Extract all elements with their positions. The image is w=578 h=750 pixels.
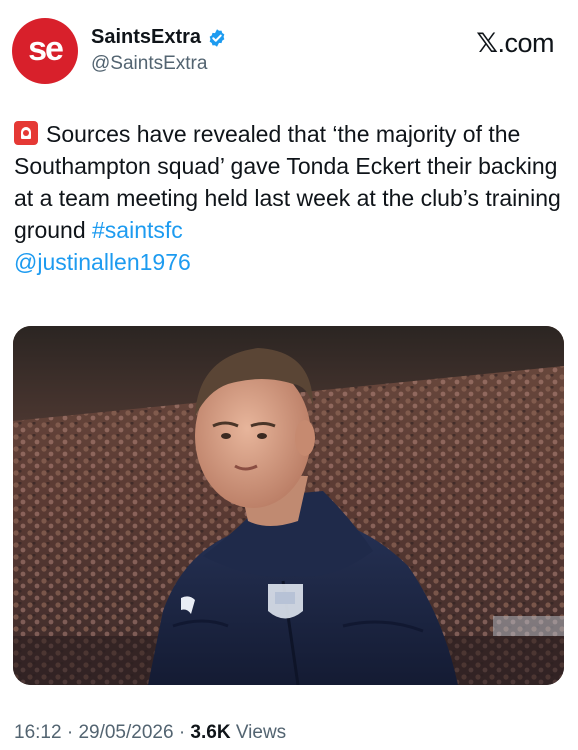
tweet-header: se SaintsExtra @SaintsExtra 𝕏.com [12, 16, 566, 86]
verified-badge-icon [209, 28, 225, 47]
hashtag-link[interactable]: #saintsfc [92, 217, 183, 243]
author-handle[interactable]: @SaintsExtra [91, 53, 227, 75]
author-identity: SaintsExtra @SaintsExtra [91, 26, 227, 75]
photo-illustration [13, 326, 564, 685]
views-count: 3.6K [190, 722, 231, 743]
tweet-time[interactable]: 16:12 [14, 722, 62, 743]
meta-separator: · [66, 722, 74, 743]
tweet-date[interactable]: 29/05/2026 [78, 722, 173, 743]
views-label: Views [235, 722, 287, 743]
mention-link[interactable]: @justinallen1976 [14, 249, 191, 275]
avatar-text: se [28, 29, 64, 68]
tweet-meta: 16:12 · 29/05/2026 · 3.6K Views [14, 722, 286, 744]
club-crest-icon [268, 584, 303, 619]
tweet-text: Sources have revealed that ‘the majority… [14, 118, 566, 278]
meta-separator: · [178, 722, 186, 743]
brand-suffix: .com [497, 28, 554, 58]
author-display-name[interactable]: SaintsExtra [91, 26, 201, 49]
rotating-light-icon [14, 121, 38, 145]
tweet-photo[interactable] [13, 326, 564, 685]
x-com-brand: 𝕏.com [476, 28, 554, 59]
x-logo-icon: 𝕏 [476, 28, 498, 59]
avatar[interactable]: se [12, 18, 78, 84]
